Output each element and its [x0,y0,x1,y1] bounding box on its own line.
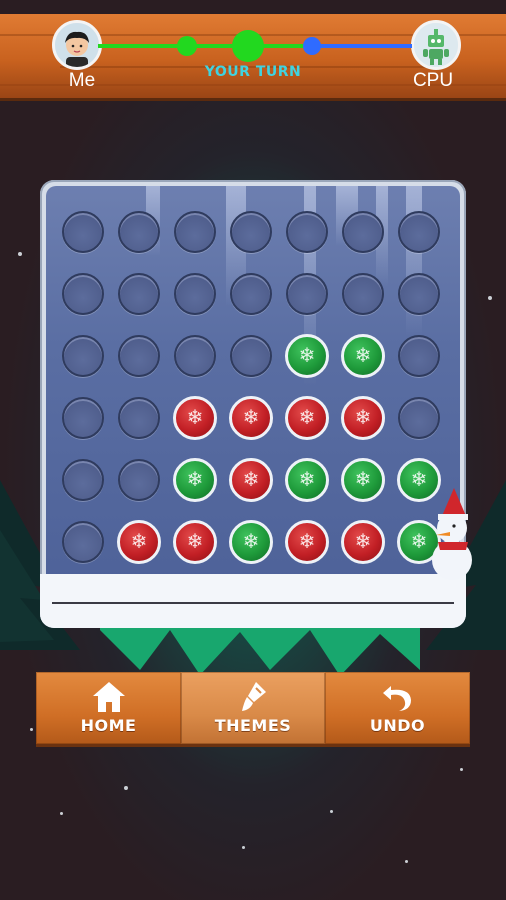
snowflake-icon: ❄ [130,531,148,553]
empty-slot[interactable] [174,211,216,253]
snowflake-icon: ❄ [354,345,372,367]
green-disc[interactable]: ❄ [341,458,385,502]
empty-slot[interactable] [62,335,104,377]
progress-marker-current [232,30,264,62]
snowflake-icon: ❄ [242,469,260,491]
empty-slot[interactable] [62,521,104,563]
empty-slot[interactable] [286,211,328,253]
paintbrush-icon [242,682,266,711]
empty-slot[interactable] [342,211,384,253]
snowflake-icon: ❄ [298,407,316,429]
bottom-controls: HOME THEMES UNDO [36,672,470,744]
empty-slot[interactable] [398,211,440,253]
empty-slot[interactable] [398,335,440,377]
red-disc[interactable]: ❄ [341,396,385,440]
red-disc[interactable]: ❄ [117,520,161,564]
snowflake-icon: ❄ [298,469,316,491]
empty-slot[interactable] [230,335,272,377]
boy-avatar-icon [55,23,99,67]
board-base-line [52,602,454,604]
empty-slot[interactable] [62,397,104,439]
green-disc[interactable]: ❄ [229,520,273,564]
home-button[interactable]: HOME [36,672,181,744]
home-label: HOME [80,716,137,735]
red-disc[interactable]: ❄ [229,458,273,502]
snowflake-icon: ❄ [242,531,260,553]
empty-slot[interactable] [342,273,384,315]
player-avatar [52,20,102,70]
empty-slot[interactable] [118,335,160,377]
robot-avatar-icon [414,23,458,67]
red-disc[interactable]: ❄ [285,520,329,564]
snowflake-icon: ❄ [354,407,372,429]
empty-slot[interactable] [118,459,160,501]
snowman-icon [432,488,472,580]
player-name: Me [68,70,96,91]
home-icon [92,682,125,712]
empty-slot[interactable] [398,273,440,315]
empty-slot[interactable] [398,397,440,439]
undo-label: UNDO [369,716,426,735]
empty-slot[interactable] [118,397,160,439]
cpu-avatar [411,20,461,70]
snowflake-icon: ❄ [354,469,372,491]
undo-button[interactable]: UNDO [325,672,470,744]
snowflake-icon: ❄ [186,407,204,429]
red-disc[interactable]: ❄ [173,520,217,564]
red-disc[interactable]: ❄ [173,396,217,440]
themes-label: THEMES [214,716,292,735]
empty-slot[interactable] [230,273,272,315]
snowflake-icon: ❄ [186,469,204,491]
empty-slot[interactable] [174,273,216,315]
board-snow-ledge [40,574,466,628]
empty-slot[interactable] [62,211,104,253]
green-disc[interactable]: ❄ [285,334,329,378]
empty-slot[interactable] [118,273,160,315]
green-disc[interactable]: ❄ [173,458,217,502]
snowflake-icon: ❄ [298,531,316,553]
empty-slot[interactable] [62,459,104,501]
snowflake-icon: ❄ [298,345,316,367]
empty-slot[interactable] [62,273,104,315]
red-disc[interactable]: ❄ [341,520,385,564]
red-disc[interactable]: ❄ [229,396,273,440]
green-disc[interactable]: ❄ [341,334,385,378]
green-disc[interactable]: ❄ [285,458,329,502]
empty-slot[interactable] [230,211,272,253]
snowflake-icon: ❄ [354,531,372,553]
empty-slot[interactable] [286,273,328,315]
progress-marker-1 [177,36,197,56]
snowflake-icon: ❄ [242,407,260,429]
progress-marker-cpu [303,37,321,55]
empty-slot[interactable] [174,335,216,377]
themes-button[interactable]: THEMES [181,672,325,744]
empty-slot[interactable] [118,211,160,253]
undo-icon [382,686,411,711]
snowflake-icon: ❄ [186,531,204,553]
turn-status: YOUR TURN [204,64,302,80]
red-disc[interactable]: ❄ [285,396,329,440]
cpu-name: CPU [412,70,454,91]
